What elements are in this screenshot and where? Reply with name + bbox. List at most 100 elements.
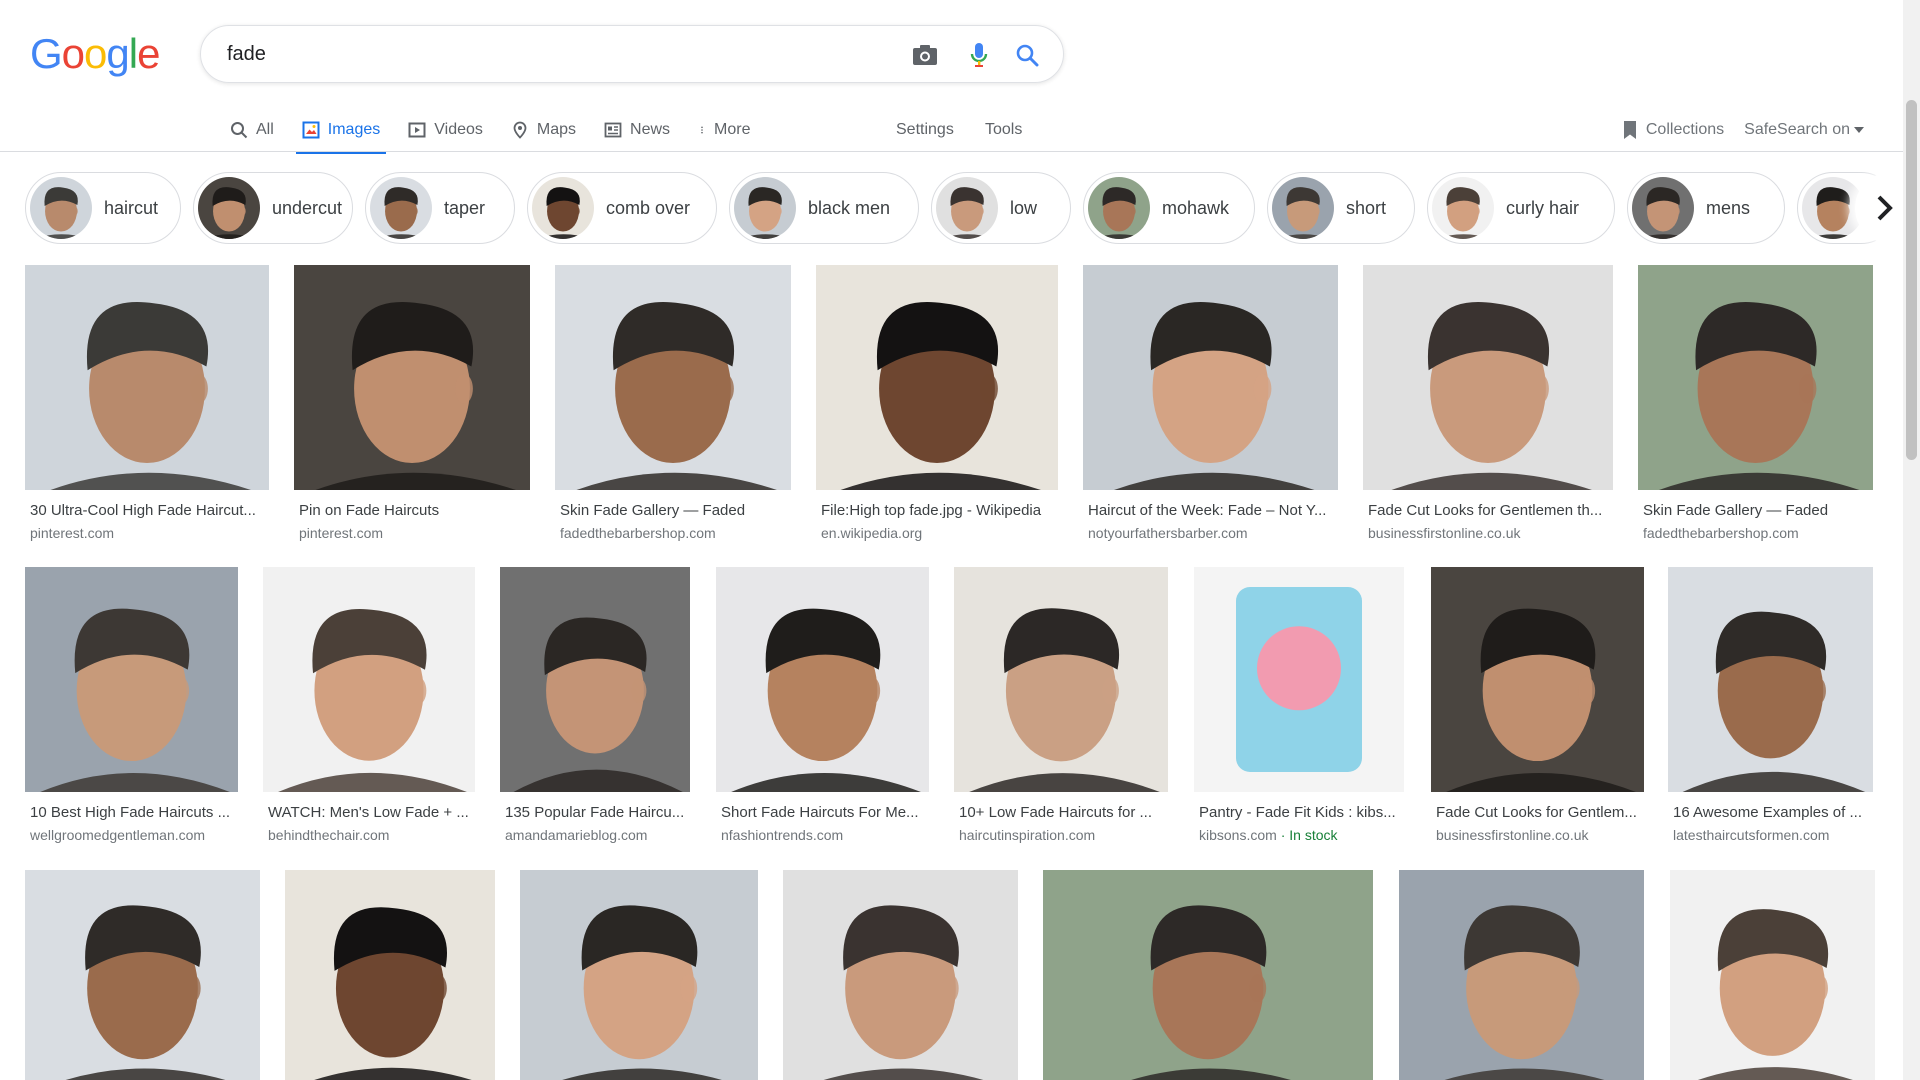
tab-news[interactable]: News [598, 108, 676, 152]
result-title[interactable]: 10 Best High Fade Haircuts ... [25, 804, 238, 821]
result-thumbnail[interactable] [716, 567, 929, 792]
tab-maps[interactable]: Maps [505, 108, 582, 152]
microphone-icon[interactable] [965, 41, 993, 69]
related-chip[interactable]: undercut [193, 172, 353, 244]
image-result[interactable]: 135 Popular Fade Haircu... amandamarieblo… [500, 567, 690, 843]
image-result[interactable]: Short Fade Haircuts For Me... nfashiontre… [716, 567, 929, 843]
image-result[interactable] [1399, 870, 1644, 1080]
result-title[interactable]: 135 Popular Fade Haircu... [500, 804, 690, 821]
image-result[interactable]: Skin Fade Gallery — Faded fadedthebarbers… [555, 265, 791, 541]
image-result[interactable]: 30 Ultra-Cool High Fade Haircut... pinter… [25, 265, 269, 541]
result-title[interactable]: Skin Fade Gallery — Faded [1638, 502, 1873, 519]
result-title[interactable]: 16 Awesome Examples of ... [1668, 804, 1873, 821]
result-title[interactable]: Haircut of the Week: Fade – Not Y... [1083, 502, 1338, 519]
image-result[interactable] [25, 870, 260, 1080]
related-chip[interactable]: taper [365, 172, 515, 244]
chip-label: mens [1706, 197, 1751, 218]
google-logo[interactable]: Google [30, 30, 160, 78]
result-title[interactable]: WATCH: Men's Low Fade + ... [263, 804, 475, 821]
result-source: fadedthebarbershop.com [560, 525, 716, 541]
result-thumbnail[interactable] [1194, 567, 1404, 792]
caret-down-icon [1854, 127, 1864, 133]
result-thumbnail[interactable] [555, 265, 791, 490]
tab-videos[interactable]: Videos [402, 108, 489, 152]
chip-thumbnail [198, 177, 260, 239]
image-result[interactable] [783, 870, 1018, 1080]
result-thumbnail[interactable] [500, 567, 690, 792]
image-result[interactable] [285, 870, 495, 1080]
image-result[interactable] [520, 870, 758, 1080]
search-box [200, 25, 1064, 83]
result-title[interactable]: Fade Cut Looks for Gentlem... [1431, 804, 1644, 821]
tab-all[interactable]: All [224, 108, 280, 152]
related-chip[interactable]: low [931, 172, 1071, 244]
image-result[interactable]: 10+ Low Fade Haircuts for ... haircutinsp… [954, 567, 1168, 843]
result-source: nfashiontrends.com [721, 827, 844, 843]
result-title[interactable]: 10+ Low Fade Haircuts for ... [954, 804, 1168, 821]
settings-link[interactable]: Settings [896, 108, 954, 152]
result-title[interactable]: Pin on Fade Haircuts [294, 502, 530, 519]
result-title[interactable]: Skin Fade Gallery — Faded [555, 502, 791, 519]
tab-label: All [256, 121, 274, 138]
result-thumbnail[interactable] [1083, 265, 1338, 490]
result-title[interactable]: 30 Ultra-Cool High Fade Haircut... [25, 502, 269, 519]
related-chip[interactable]: comb over [527, 172, 717, 244]
related-chip[interactable]: mohawk [1083, 172, 1255, 244]
safesearch-dropdown[interactable]: SafeSearch on [1744, 121, 1864, 139]
camera-icon[interactable] [911, 41, 939, 69]
related-chip[interactable]: black men [729, 172, 919, 244]
result-source: pinterest.com [30, 525, 115, 541]
image-result[interactable]: Pin on Fade Haircuts pinterest.com [294, 265, 530, 541]
result-thumbnail[interactable] [1638, 265, 1873, 490]
result-thumbnail[interactable] [1399, 870, 1644, 1080]
image-result[interactable]: Haircut of the Week: Fade – Not Y... noty… [1083, 265, 1338, 541]
result-thumbnail[interactable] [263, 567, 475, 792]
image-result[interactable]: Skin Fade Gallery — Faded fadedthebarbers… [1638, 265, 1873, 541]
result-thumbnail[interactable] [954, 567, 1168, 792]
result-thumbnail[interactable] [285, 870, 495, 1080]
search-input[interactable] [227, 38, 827, 70]
image-result[interactable]: 10 Best High Fade Haircuts ... wellgroome… [25, 567, 238, 843]
tab-more[interactable]: More [692, 108, 756, 152]
page-scrollbar[interactable] [1903, 0, 1920, 1080]
result-thumbnail[interactable] [1363, 265, 1613, 490]
result-thumbnail[interactable] [25, 265, 269, 490]
result-source: kibsons.com · In stock [1199, 827, 1338, 843]
image-result[interactable]: Fade Cut Looks for Gentlemen th... busine… [1363, 265, 1613, 541]
result-thumbnail[interactable] [25, 567, 238, 792]
related-chip[interactable]: short [1267, 172, 1415, 244]
image-result[interactable] [1670, 870, 1875, 1080]
image-result[interactable]: WATCH: Men's Low Fade + ... behindthechai… [263, 567, 475, 843]
result-title[interactable]: Short Fade Haircuts For Me... [716, 804, 929, 821]
result-thumbnail[interactable] [783, 870, 1018, 1080]
result-title[interactable]: File:High top fade.jpg - Wikipedia [816, 502, 1058, 519]
image-result[interactable]: 16 Awesome Examples of ... latesthaircuts… [1668, 567, 1873, 843]
result-thumbnail[interactable] [1668, 567, 1873, 792]
image-result[interactable] [1043, 870, 1373, 1080]
related-chip[interactable]: haircut [25, 172, 181, 244]
image-result[interactable]: Pantry - Fade Fit Kids : kibs... kibsons.… [1194, 567, 1404, 843]
result-title[interactable]: Fade Cut Looks for Gentlemen th... [1363, 502, 1613, 519]
result-thumbnail[interactable] [1043, 870, 1373, 1080]
result-title[interactable]: Pantry - Fade Fit Kids : kibs... [1194, 804, 1404, 821]
search-submit-icon[interactable] [1013, 41, 1041, 69]
result-source: businessfirstonline.co.uk [1368, 525, 1521, 541]
result-thumbnail[interactable] [816, 265, 1058, 490]
related-chip[interactable]: curly hair [1427, 172, 1615, 244]
image-result[interactable]: Fade Cut Looks for Gentlem... businessfir… [1431, 567, 1644, 843]
chip-label: low [1010, 197, 1038, 218]
related-chip[interactable]: mens [1627, 172, 1785, 244]
result-thumbnail[interactable] [25, 870, 260, 1080]
tab-images[interactable]: Images [295, 108, 387, 154]
result-thumbnail[interactable] [520, 870, 758, 1080]
image-result[interactable]: File:High top fade.jpg - Wikipedia en.wik… [816, 265, 1058, 541]
scrollbar-thumb[interactable] [1906, 100, 1917, 460]
result-thumbnail[interactable] [294, 265, 530, 490]
google-images-page: Google All Images Videos Maps [0, 0, 1920, 1080]
result-thumbnail[interactable] [1670, 870, 1875, 1080]
search-icon [231, 122, 248, 139]
right-links: Collections SafeSearch on [1622, 108, 1864, 152]
collections-link[interactable]: Collections [1622, 120, 1724, 140]
tools-link[interactable]: Tools [985, 108, 1022, 152]
result-thumbnail[interactable] [1431, 567, 1644, 792]
